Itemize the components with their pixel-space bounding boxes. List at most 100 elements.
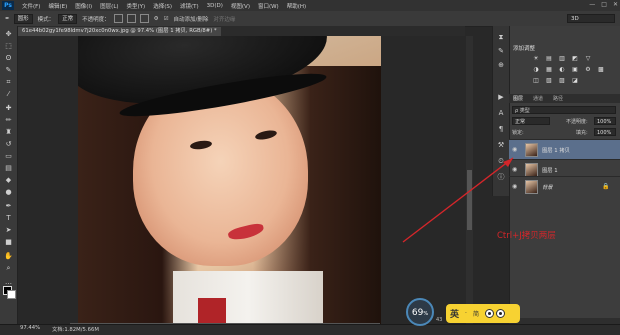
channel-mixer-adjust-icon[interactable]: ⚙	[584, 66, 592, 73]
maximize-icon[interactable]: □	[601, 1, 607, 8]
vibrance-adjust-icon[interactable]: ▽	[584, 55, 592, 62]
curves-adjust-icon[interactable]: ▥	[558, 55, 566, 62]
layer-row[interactable]: ◉ 图层 1 拷贝	[509, 139, 620, 159]
mode-select[interactable]: 正常	[58, 13, 78, 24]
photo-canvas[interactable]	[78, 36, 381, 324]
hand-tool-icon[interactable]: ✋	[4, 252, 13, 261]
gradient-tool-icon[interactable]: ▤	[4, 164, 13, 173]
ime-mascot-icon[interactable]	[484, 309, 505, 318]
path-ops-icon[interactable]	[113, 14, 123, 23]
tab-paths[interactable]: 路径	[553, 95, 563, 102]
levels-adjust-icon[interactable]: ▤	[545, 55, 553, 62]
layer-filter-select[interactable]: ρ 类型	[512, 106, 616, 114]
menu-view[interactable]: 视图(V)	[231, 2, 250, 10]
zoom-tool-icon[interactable]: ⌕	[4, 264, 13, 273]
selective-color-adjust-icon[interactable]: ◪	[571, 77, 579, 84]
brightness-adjust-icon[interactable]: ☀	[532, 55, 540, 62]
menu-3d[interactable]: 3D(D)	[207, 3, 223, 9]
layers-tab-bar	[509, 94, 620, 103]
zoom-level[interactable]: 97.44%	[20, 325, 40, 331]
path-select-tool-icon[interactable]: ➤	[4, 226, 13, 235]
menu-file[interactable]: 文件(F)	[22, 2, 40, 10]
healing-tool-icon[interactable]: ✚	[4, 104, 13, 113]
gear-icon[interactable]: ⚙	[154, 16, 159, 22]
move-tool-icon[interactable]: ✥	[4, 30, 13, 39]
lasso-tool-icon[interactable]: ʘ	[4, 54, 13, 63]
history-brush-tool-icon[interactable]: ↺	[4, 140, 13, 149]
minimize-icon[interactable]: —	[589, 1, 595, 8]
tab-layers[interactable]: 图层	[513, 95, 523, 102]
layer-opacity-label: 不透明度:	[566, 119, 588, 125]
auto-add-checkbox[interactable]: ☑	[164, 16, 169, 22]
shape-tool-icon[interactable]: ■	[4, 238, 13, 247]
opacity-label: 不透明度：	[82, 16, 110, 23]
menu-type[interactable]: 类型(Y)	[127, 2, 146, 10]
options-bar: ✒ 圆形 模式： 正常 不透明度： ⚙ ☑ 自动添加/删除 对齐边缘	[0, 11, 620, 27]
dodge-tool-icon[interactable]: ●	[4, 188, 13, 197]
ime-toolbar[interactable]: 英 · 简	[446, 304, 520, 323]
size-select[interactable]: 圆形	[13, 13, 33, 24]
gauge-subvalue: 43	[436, 317, 443, 323]
ime-mode[interactable]: 简	[473, 309, 479, 318]
stamp-tool-icon[interactable]: ♜	[4, 128, 13, 137]
path-arrange-icon[interactable]	[139, 14, 149, 23]
layer-row[interactable]: ◉ 背景 🔒	[509, 176, 620, 196]
eyedropper-tool-icon[interactable]: ⁄	[4, 90, 13, 99]
marquee-tool-icon[interactable]: ⬚	[4, 42, 13, 51]
background-color-swatch[interactable]	[7, 290, 16, 299]
close-icon[interactable]: ✕	[613, 1, 618, 8]
tab-channels[interactable]: 通道	[533, 95, 543, 102]
hue-saturation-adjust-icon[interactable]: ◑	[532, 66, 540, 73]
color-balance-adjust-icon[interactable]: ▦	[545, 66, 553, 73]
color-lookup-adjust-icon[interactable]: ▩	[597, 66, 605, 73]
invert-adjust-icon[interactable]: ◫	[532, 77, 540, 84]
photo-filter-adjust-icon[interactable]: ▣	[571, 66, 579, 73]
ime-separator: ·	[465, 310, 467, 317]
pen-tool-icon[interactable]: ✒	[5, 16, 10, 22]
brush-panel-icon[interactable]: ✎	[496, 46, 506, 56]
tool-presets-panel-icon[interactable]: ⚒	[496, 140, 506, 150]
layer-name: 图层 1	[542, 168, 558, 174]
workspace-select[interactable]: 3D	[567, 14, 615, 23]
menu-layer[interactable]: 图层(L)	[100, 2, 118, 10]
menu-filter[interactable]: 滤镜(T)	[180, 2, 199, 10]
blend-mode-select[interactable]: 正常	[512, 117, 550, 125]
type-tool-icon[interactable]: T	[4, 214, 13, 223]
clone-source-panel-icon[interactable]: ⊕	[496, 60, 506, 70]
window-controls: — □ ✕	[589, 1, 618, 8]
blur-tool-icon[interactable]: ◆	[4, 176, 13, 185]
eraser-tool-icon[interactable]: ▭	[4, 152, 13, 161]
photoshop-logo: Ps	[2, 1, 14, 10]
history-panel-icon[interactable]: ⧗	[496, 32, 506, 42]
layer-opacity-input[interactable]: 100%	[594, 117, 616, 125]
menu-help[interactable]: 帮助(H)	[287, 2, 306, 10]
layer-name: 图层 1 拷贝	[542, 148, 570, 154]
menu-image[interactable]: 图像(I)	[75, 2, 92, 10]
path-align-icon[interactable]	[126, 14, 136, 23]
annotation-text: Ctrl+J拷贝两层	[497, 231, 556, 241]
quick-select-tool-icon[interactable]: ✎	[4, 66, 13, 75]
align-edges-label[interactable]: 对齐边缘	[213, 15, 235, 23]
paragraph-panel-icon[interactable]: ¶	[496, 124, 506, 134]
performance-gauge[interactable]: 69%	[406, 298, 434, 326]
menu-bar: Ps 文件(F) 编辑(E) 图像(I) 图层(L) 类型(Y) 选择(S) 滤…	[0, 0, 620, 11]
character-panel-icon[interactable]: A	[496, 108, 506, 118]
threshold-adjust-icon[interactable]: ▨	[558, 77, 566, 84]
auto-add-label: 自动添加/删除	[173, 16, 209, 23]
ime-language[interactable]: 英	[450, 307, 459, 320]
lock-icon: 🔒	[602, 183, 610, 190]
exposure-adjust-icon[interactable]: ◩	[571, 55, 579, 62]
posterize-adjust-icon[interactable]: ▧	[545, 77, 553, 84]
ime-eye-icon	[484, 309, 494, 318]
crop-tool-icon[interactable]: ⌗	[4, 78, 13, 87]
menu-select[interactable]: 选择(S)	[153, 2, 172, 10]
layer-thumbnail	[525, 143, 538, 157]
menu-window[interactable]: 窗口(W)	[258, 2, 279, 10]
menu-edit[interactable]: 编辑(E)	[48, 2, 67, 10]
pen-tool-icon[interactable]: ✒	[4, 202, 13, 211]
document-tab[interactable]: 61e44b02gy1fe98ldmv7j20xc0n0wx.jpg @ 97.…	[18, 27, 221, 36]
fill-input[interactable]: 100%	[594, 128, 616, 136]
brush-tool-icon[interactable]: ✏	[4, 116, 13, 125]
actions-panel-icon[interactable]: ▶	[496, 92, 506, 102]
black-white-adjust-icon[interactable]: ◐	[558, 66, 566, 73]
